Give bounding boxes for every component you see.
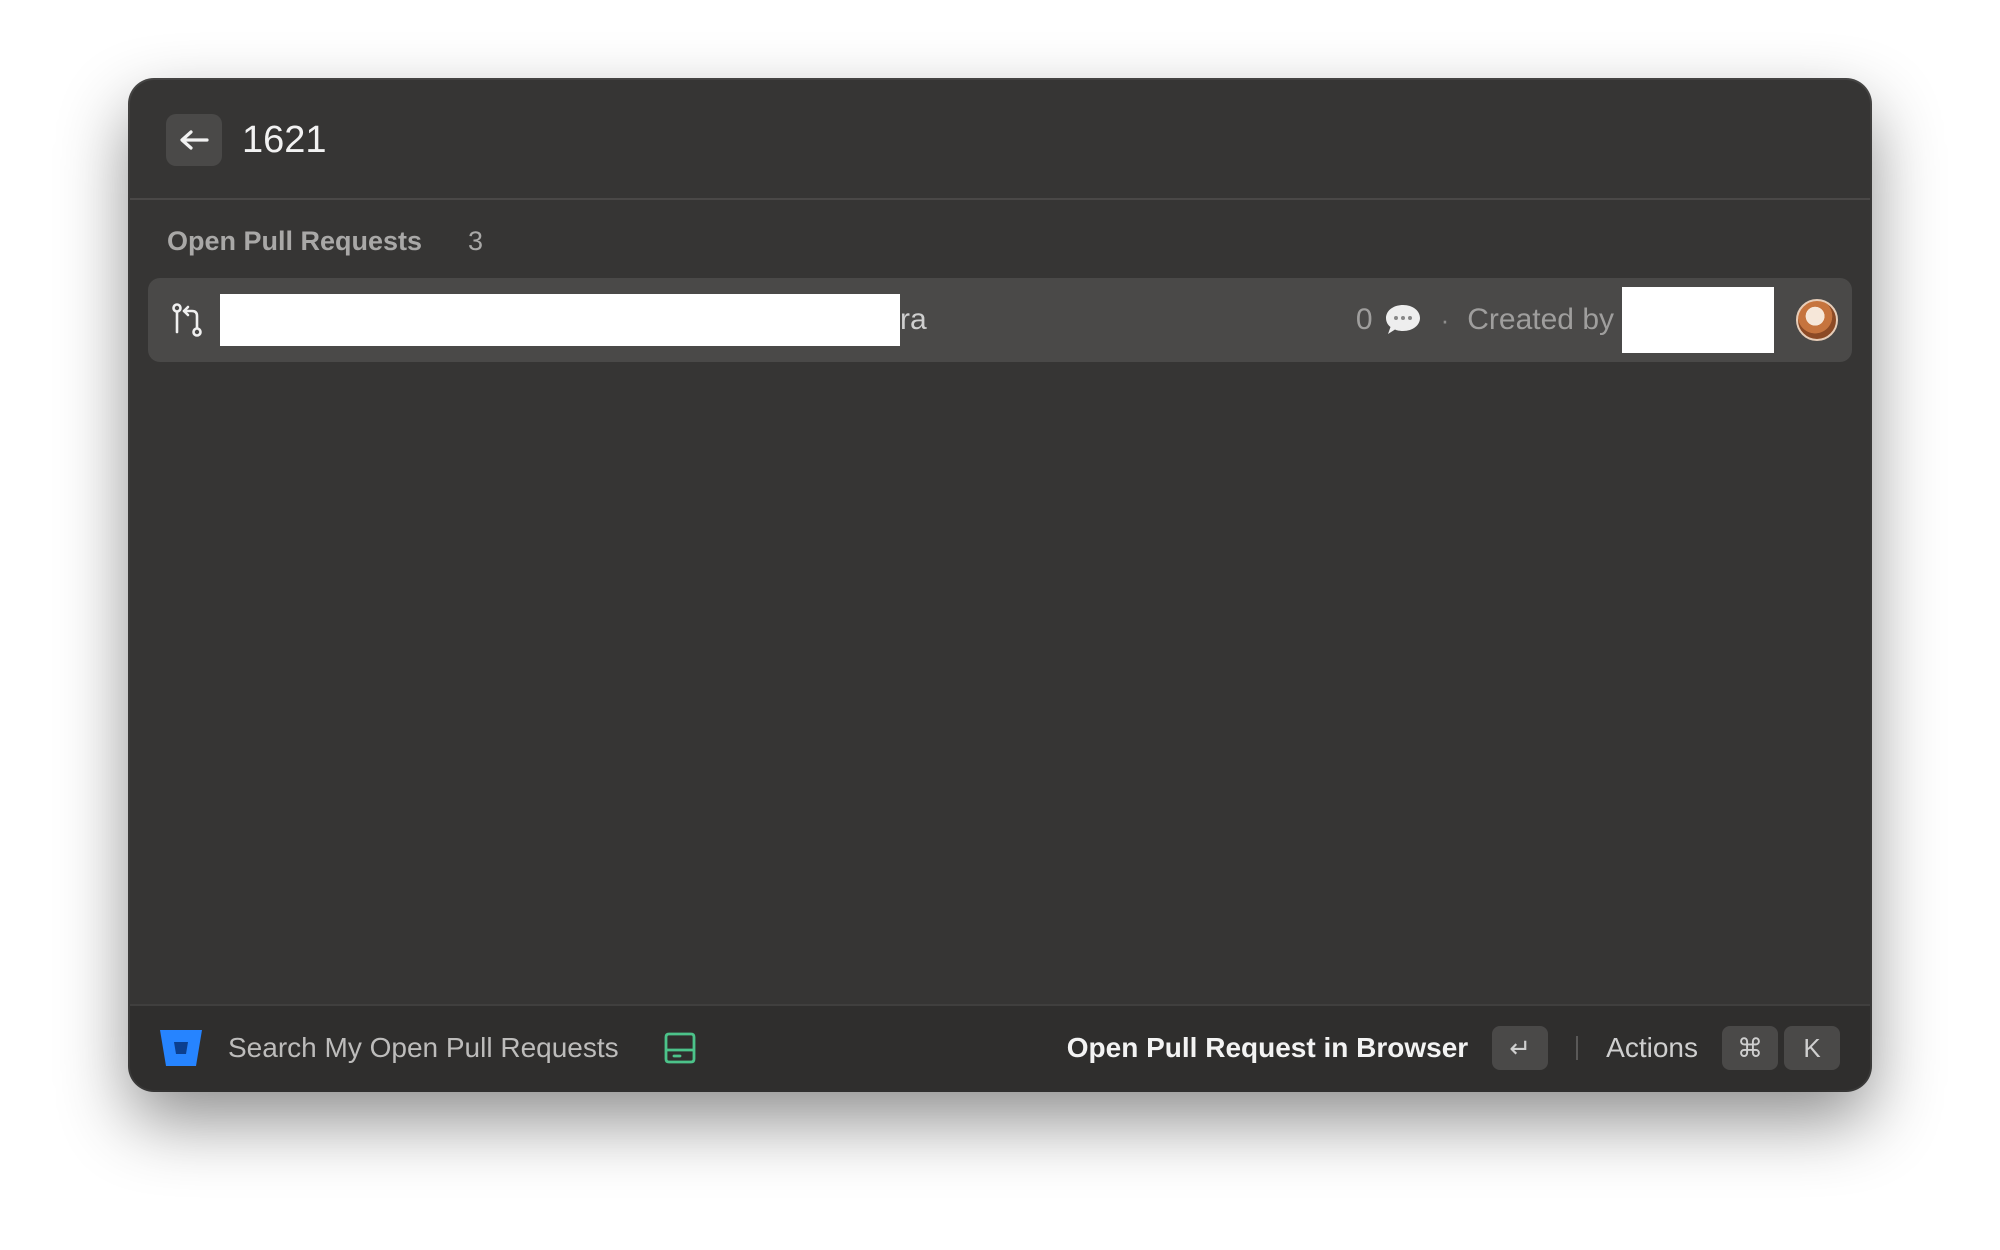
back-button[interactable] [166, 114, 222, 166]
avatar [1796, 299, 1838, 341]
footer-actions: Open Pull Request in Browser ↵ Actions ⌘… [1067, 1006, 1840, 1090]
pull-request-title: ra [220, 294, 927, 346]
pull-request-icon [172, 303, 202, 337]
action-bar: Search My Open Pull Requests Open Pull R… [130, 1004, 1870, 1090]
comment-count: 0 [1355, 303, 1373, 336]
actions-button[interactable]: Actions [1606, 1032, 1698, 1064]
bitbucket-icon [160, 1030, 202, 1066]
redacted-title [220, 294, 900, 346]
speech-bubble-icon [1385, 305, 1420, 334]
launcher-window: 1621 Open Pull Requests 3 ra 0 · Created… [130, 80, 1870, 1090]
row-accessories: 0 · Created by [1356, 286, 1838, 354]
k-key-hint[interactable]: K [1784, 1026, 1840, 1070]
enter-key-hint[interactable]: ↵ [1492, 1026, 1549, 1070]
section-count: 3 [468, 226, 484, 256]
cmd-key-hint[interactable]: ⌘ [1722, 1026, 1778, 1070]
redacted-author [1622, 287, 1774, 353]
footer-divider [1576, 1036, 1579, 1060]
search-input[interactable]: 1621 [242, 114, 327, 166]
separator-dot: · [1440, 304, 1450, 335]
command-title: Search My Open Pull Requests [228, 1032, 619, 1063]
section-title: Open Pull Requests [167, 226, 423, 256]
list-item-pull-request[interactable]: ra 0 · Created by [148, 278, 1852, 362]
search-header: 1621 [130, 80, 1870, 200]
hard-drive-icon [664, 1032, 696, 1064]
primary-action-button[interactable]: Open Pull Request in Browser [1067, 1032, 1468, 1064]
arrow-left-icon [180, 130, 209, 150]
created-by-label: Created by [1467, 303, 1614, 336]
pull-request-title-suffix: ra [900, 303, 927, 336]
